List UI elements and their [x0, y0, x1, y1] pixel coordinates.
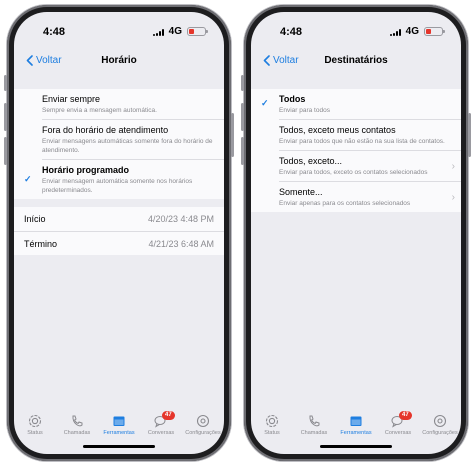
option-title: Fora do horário de atendimento — [42, 125, 169, 135]
power-button — [231, 113, 234, 157]
tab-label: Configurações — [185, 430, 221, 436]
tab-label: Conversas — [147, 430, 175, 436]
schedule-start-row[interactable]: Início 4/20/23 4:48 PM — [14, 207, 224, 231]
phone-frame-left: 4:48 4G Voltar Horário Enviar sempre Sem… — [4, 5, 234, 461]
option-horario-programado[interactable]: ✓ Horário programado Enviar mensagem aut… — [24, 159, 224, 199]
status-icon — [265, 414, 279, 428]
tab-label: Ferramentas — [103, 430, 135, 436]
volume-down-button — [241, 137, 244, 165]
tools-icon — [113, 416, 125, 426]
tab-label: Status — [264, 430, 280, 436]
tab-configuracoes[interactable]: Configurações — [183, 414, 223, 454]
checkmark-icon: ✓ — [261, 98, 269, 108]
phone-icon — [309, 415, 320, 427]
tab-label: Configurações — [422, 430, 458, 436]
tab-status[interactable]: Status — [252, 414, 292, 454]
option-subtitle: Enviar mensagem automática somente nos h… — [42, 178, 193, 194]
volume-up-button — [4, 103, 7, 131]
signal-icon — [153, 29, 164, 36]
option-todos-exceto[interactable]: Todos, exceto... Enviar para todos, exce… — [279, 150, 461, 181]
option-title: Todos, exceto meus contatos — [279, 125, 396, 135]
option-todos-exceto-meus-contatos[interactable]: Todos, exceto meus contatos Enviar para … — [279, 119, 461, 150]
phone-frame-right: 4:48 4G Voltar Destinatários ✓ Todos Env… — [241, 5, 471, 461]
nav-bar: Voltar Destinatários — [251, 46, 461, 78]
unread-badge: 47 — [399, 411, 412, 420]
option-subtitle: Sempre envia a mensagem automática. — [42, 107, 157, 114]
tab-status[interactable]: Status — [15, 414, 55, 454]
home-indicator[interactable] — [83, 445, 155, 448]
schedule-end-row[interactable]: Término 4/21/23 6:48 AM — [14, 231, 224, 255]
screen-horario: 4:48 4G Voltar Horário Enviar sempre Sem… — [14, 12, 224, 454]
recipient-option-list: ✓ Todos Enviar para todos Todos, exceto … — [251, 89, 461, 212]
option-somente[interactable]: Somente... Enviar apenas para os contato… — [279, 181, 461, 212]
option-enviar-sempre[interactable]: Enviar sempre Sempre envia a mensagem au… — [14, 89, 224, 119]
signal-icon — [390, 29, 401, 36]
power-button — [468, 113, 471, 157]
schedule-start-label: Início — [24, 214, 46, 224]
mute-switch — [4, 75, 7, 91]
chevron-right-icon: › — [451, 192, 455, 203]
tab-label: Status — [27, 430, 43, 436]
network-label: 4G — [405, 26, 419, 37]
send-option-list: Enviar sempre Sempre envia a mensagem au… — [14, 89, 224, 199]
tab-label: Chamadas — [300, 430, 328, 436]
home-indicator[interactable] — [320, 445, 392, 448]
option-title: Todos — [279, 94, 306, 104]
option-title: Horário programado — [42, 165, 130, 175]
battery-icon — [187, 27, 208, 36]
status-bar: 4:48 4G — [14, 12, 224, 46]
gear-icon — [433, 414, 447, 428]
status-icon — [28, 414, 42, 428]
schedule-end-value[interactable]: 4/21/23 6:48 AM — [148, 239, 214, 249]
nav-bar: Voltar Horário — [14, 46, 224, 78]
mute-switch — [241, 75, 244, 91]
unread-badge: 47 — [162, 411, 175, 420]
tab-conversas[interactable]: 47 Conversas — [378, 411, 418, 454]
volume-up-button — [241, 103, 244, 131]
schedule-start-value[interactable]: 4/20/23 4:48 PM — [148, 214, 214, 224]
option-fora-do-horario[interactable]: Fora do horário de atendimento Enviar me… — [42, 119, 224, 159]
tab-chamadas[interactable]: Chamadas — [57, 414, 97, 454]
option-todos[interactable]: ✓ Todos Enviar para todos — [251, 89, 461, 119]
tab-chamadas[interactable]: Chamadas — [294, 414, 334, 454]
option-subtitle: Enviar para todos — [279, 107, 330, 114]
status-time: 4:48 — [43, 26, 66, 38]
tab-ferramentas[interactable]: Ferramentas — [99, 414, 139, 454]
tab-ferramentas[interactable]: Ferramentas — [336, 414, 376, 454]
chevron-right-icon: › — [451, 161, 455, 172]
status-bar: 4:48 4G — [251, 12, 461, 46]
option-subtitle: Enviar para todos, exceto os contatos se… — [279, 169, 428, 176]
checkmark-icon: ✓ — [24, 174, 32, 184]
screen-destinatarios: 4:48 4G Voltar Destinatários ✓ Todos Env… — [251, 12, 461, 454]
tools-icon — [350, 416, 362, 426]
tab-configuracoes[interactable]: Configurações — [420, 414, 460, 454]
status-time: 4:48 — [280, 26, 303, 38]
phone-icon — [72, 415, 83, 427]
volume-down-button — [4, 137, 7, 165]
tab-label: Ferramentas — [340, 430, 372, 436]
option-subtitle: Enviar mensagens automáticas somente for… — [42, 138, 213, 154]
schedule-list: Início 4/20/23 4:48 PM Término 4/21/23 6… — [14, 207, 224, 255]
option-title: Todos, exceto... — [279, 156, 343, 166]
option-subtitle: Enviar apenas para os contatos seleciona… — [279, 200, 411, 207]
tab-label: Conversas — [384, 430, 412, 436]
page-title: Destinatários — [324, 55, 388, 66]
page-title: Horário — [101, 55, 137, 66]
option-subtitle: Enviar para todos que não estão na sua l… — [279, 138, 445, 145]
tab-conversas[interactable]: 47 Conversas — [141, 411, 181, 454]
tab-label: Chamadas — [63, 430, 91, 436]
battery-icon — [424, 27, 445, 36]
network-label: 4G — [168, 26, 182, 37]
gear-icon — [196, 414, 210, 428]
schedule-end-label: Término — [24, 238, 58, 249]
option-title: Somente... — [279, 187, 323, 197]
option-title: Enviar sempre — [42, 94, 101, 104]
